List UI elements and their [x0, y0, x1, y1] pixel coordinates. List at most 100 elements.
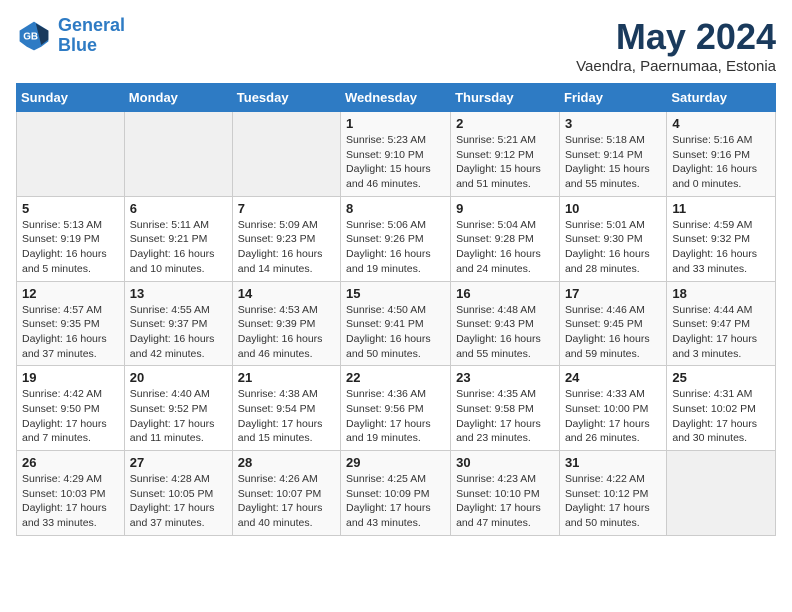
day-number: 5 [22, 201, 119, 216]
day-number: 21 [238, 370, 335, 385]
day-number: 23 [456, 370, 554, 385]
svg-text:GB: GB [23, 31, 38, 42]
day-info: Sunrise: 5:18 AM Sunset: 9:14 PM Dayligh… [565, 133, 661, 192]
calendar-day-cell: 16Sunrise: 4:48 AM Sunset: 9:43 PM Dayli… [451, 281, 560, 366]
day-number: 22 [346, 370, 445, 385]
day-of-week-header: Saturday [667, 84, 776, 112]
day-of-week-header: Monday [124, 84, 232, 112]
calendar-day-cell: 9 Sunrise: 5:04 AM Sunset: 9:28 PM Daylig… [451, 196, 560, 281]
calendar-week-row: 5 Sunrise: 5:13 AM Sunset: 9:19 PM Daylig… [17, 196, 776, 281]
day-number: 29 [346, 455, 445, 470]
day-info: Sunrise: 5:09 AM Sunset: 9:23 PM Dayligh… [238, 218, 335, 277]
logo-icon: GB [16, 18, 52, 54]
calendar-day-cell: 13 Sunrise: 4:55 AM Sunset: 9:37 PM Dayli… [124, 281, 232, 366]
calendar-week-row: 12Sunrise: 4:57 AM Sunset: 9:35 PM Dayli… [17, 281, 776, 366]
day-info: Sunrise: 4:35 AM Sunset: 9:58 PM Dayligh… [456, 387, 554, 446]
day-info: Sunrise: 4:23 AM Sunset: 10:10 PM Daylig… [456, 472, 554, 531]
logo: GB General Blue [16, 16, 125, 56]
day-info: Sunrise: 5:01 AM Sunset: 9:30 PM Dayligh… [565, 218, 661, 277]
day-of-week-header: Thursday [451, 84, 560, 112]
day-number: 28 [238, 455, 335, 470]
day-info: Sunrise: 5:11 AM Sunset: 9:21 PM Dayligh… [130, 218, 227, 277]
day-number: 18 [672, 286, 770, 301]
day-number: 12 [22, 286, 119, 301]
day-number: 8 [346, 201, 445, 216]
day-number: 19 [22, 370, 119, 385]
title-block: May 2024 Vaendra, Paernumaa, Estonia [576, 16, 776, 75]
day-info: Sunrise: 5:23 AM Sunset: 9:10 PM Dayligh… [346, 133, 445, 192]
calendar-day-cell [232, 112, 340, 197]
calendar-day-cell: 5 Sunrise: 5:13 AM Sunset: 9:19 PM Daylig… [17, 196, 125, 281]
calendar-day-cell: 23 Sunrise: 4:35 AM Sunset: 9:58 PM Dayli… [451, 366, 560, 451]
calendar-day-cell: 12Sunrise: 4:57 AM Sunset: 9:35 PM Dayli… [17, 281, 125, 366]
day-info: Sunrise: 4:40 AM Sunset: 9:52 PM Dayligh… [130, 387, 227, 446]
day-info: Sunrise: 5:06 AM Sunset: 9:26 PM Dayligh… [346, 218, 445, 277]
calendar-day-cell: 11 Sunrise: 4:59 AM Sunset: 9:32 PM Dayli… [667, 196, 776, 281]
calendar-day-cell: 1 Sunrise: 5:23 AM Sunset: 9:10 PM Daylig… [341, 112, 451, 197]
day-of-week-header: Tuesday [232, 84, 340, 112]
day-number: 13 [130, 286, 227, 301]
day-info: Sunrise: 4:22 AM Sunset: 10:12 PM Daylig… [565, 472, 661, 531]
day-info: Sunrise: 4:59 AM Sunset: 9:32 PM Dayligh… [672, 218, 770, 277]
day-info: Sunrise: 4:33 AM Sunset: 10:00 PM Daylig… [565, 387, 661, 446]
day-number: 15 [346, 286, 445, 301]
day-info: Sunrise: 4:44 AM Sunset: 9:47 PM Dayligh… [672, 303, 770, 362]
calendar-week-row: 19Sunrise: 4:42 AM Sunset: 9:50 PM Dayli… [17, 366, 776, 451]
day-number: 4 [672, 116, 770, 131]
calendar-day-cell: 30 Sunrise: 4:23 AM Sunset: 10:10 PM Dayl… [451, 451, 560, 536]
day-info: Sunrise: 4:46 AM Sunset: 9:45 PM Dayligh… [565, 303, 661, 362]
day-of-week-header: Wednesday [341, 84, 451, 112]
day-info: Sunrise: 4:29 AM Sunset: 10:03 PM Daylig… [22, 472, 119, 531]
day-info: Sunrise: 4:31 AM Sunset: 10:02 PM Daylig… [672, 387, 770, 446]
calendar-day-cell: 18 Sunrise: 4:44 AM Sunset: 9:47 PM Dayli… [667, 281, 776, 366]
day-number: 27 [130, 455, 227, 470]
day-number: 6 [130, 201, 227, 216]
day-info: Sunrise: 4:25 AM Sunset: 10:09 PM Daylig… [346, 472, 445, 531]
day-info: Sunrise: 4:55 AM Sunset: 9:37 PM Dayligh… [130, 303, 227, 362]
calendar-day-cell: 15 Sunrise: 4:50 AM Sunset: 9:41 PM Dayli… [341, 281, 451, 366]
calendar-day-cell: 26 Sunrise: 4:29 AM Sunset: 10:03 PM Dayl… [17, 451, 125, 536]
day-number: 1 [346, 116, 445, 131]
calendar-day-cell: 2 Sunrise: 5:21 AM Sunset: 9:12 PM Daylig… [451, 112, 560, 197]
calendar-day-cell: 22Sunrise: 4:36 AM Sunset: 9:56 PM Dayli… [341, 366, 451, 451]
calendar-day-cell: 31Sunrise: 4:22 AM Sunset: 10:12 PM Dayl… [559, 451, 666, 536]
calendar-day-cell: 25Sunrise: 4:31 AM Sunset: 10:02 PM Dayl… [667, 366, 776, 451]
month-title: May 2024 [576, 16, 776, 58]
calendar-day-cell: 10 Sunrise: 5:01 AM Sunset: 9:30 PM Dayli… [559, 196, 666, 281]
day-info: Sunrise: 4:50 AM Sunset: 9:41 PM Dayligh… [346, 303, 445, 362]
day-number: 3 [565, 116, 661, 131]
day-number: 2 [456, 116, 554, 131]
calendar-day-cell: 7 Sunrise: 5:09 AM Sunset: 9:23 PM Daylig… [232, 196, 340, 281]
calendar-day-cell: 14 Sunrise: 4:53 AM Sunset: 9:39 PM Dayli… [232, 281, 340, 366]
day-info: Sunrise: 4:38 AM Sunset: 9:54 PM Dayligh… [238, 387, 335, 446]
calendar-day-cell: 28Sunrise: 4:26 AM Sunset: 10:07 PM Dayl… [232, 451, 340, 536]
day-number: 20 [130, 370, 227, 385]
day-number: 26 [22, 455, 119, 470]
day-number: 11 [672, 201, 770, 216]
calendar-day-cell: 3 Sunrise: 5:18 AM Sunset: 9:14 PM Daylig… [559, 112, 666, 197]
day-info: Sunrise: 5:04 AM Sunset: 9:28 PM Dayligh… [456, 218, 554, 277]
day-number: 17 [565, 286, 661, 301]
day-number: 30 [456, 455, 554, 470]
logo-text: General Blue [58, 16, 125, 56]
day-of-week-header: Friday [559, 84, 666, 112]
day-info: Sunrise: 4:48 AM Sunset: 9:43 PM Dayligh… [456, 303, 554, 362]
day-number: 14 [238, 286, 335, 301]
day-info: Sunrise: 5:16 AM Sunset: 9:16 PM Dayligh… [672, 133, 770, 192]
calendar-week-row: 1 Sunrise: 5:23 AM Sunset: 9:10 PM Daylig… [17, 112, 776, 197]
calendar-day-cell: 8 Sunrise: 5:06 AM Sunset: 9:26 PM Daylig… [341, 196, 451, 281]
calendar-table: SundayMondayTuesdayWednesdayThursdayFrid… [16, 83, 776, 536]
day-number: 10 [565, 201, 661, 216]
page-header: GB General Blue May 2024 Vaendra, Paernu… [16, 16, 776, 75]
calendar-day-cell: 27Sunrise: 4:28 AM Sunset: 10:05 PM Dayl… [124, 451, 232, 536]
calendar-day-cell: 21 Sunrise: 4:38 AM Sunset: 9:54 PM Dayli… [232, 366, 340, 451]
calendar-day-cell: 17 Sunrise: 4:46 AM Sunset: 9:45 PM Dayli… [559, 281, 666, 366]
day-number: 7 [238, 201, 335, 216]
calendar-day-cell [124, 112, 232, 197]
day-info: Sunrise: 5:13 AM Sunset: 9:19 PM Dayligh… [22, 218, 119, 277]
day-info: Sunrise: 5:21 AM Sunset: 9:12 PM Dayligh… [456, 133, 554, 192]
day-number: 9 [456, 201, 554, 216]
day-number: 24 [565, 370, 661, 385]
day-info: Sunrise: 4:53 AM Sunset: 9:39 PM Dayligh… [238, 303, 335, 362]
calendar-day-cell: 29 Sunrise: 4:25 AM Sunset: 10:09 PM Dayl… [341, 451, 451, 536]
